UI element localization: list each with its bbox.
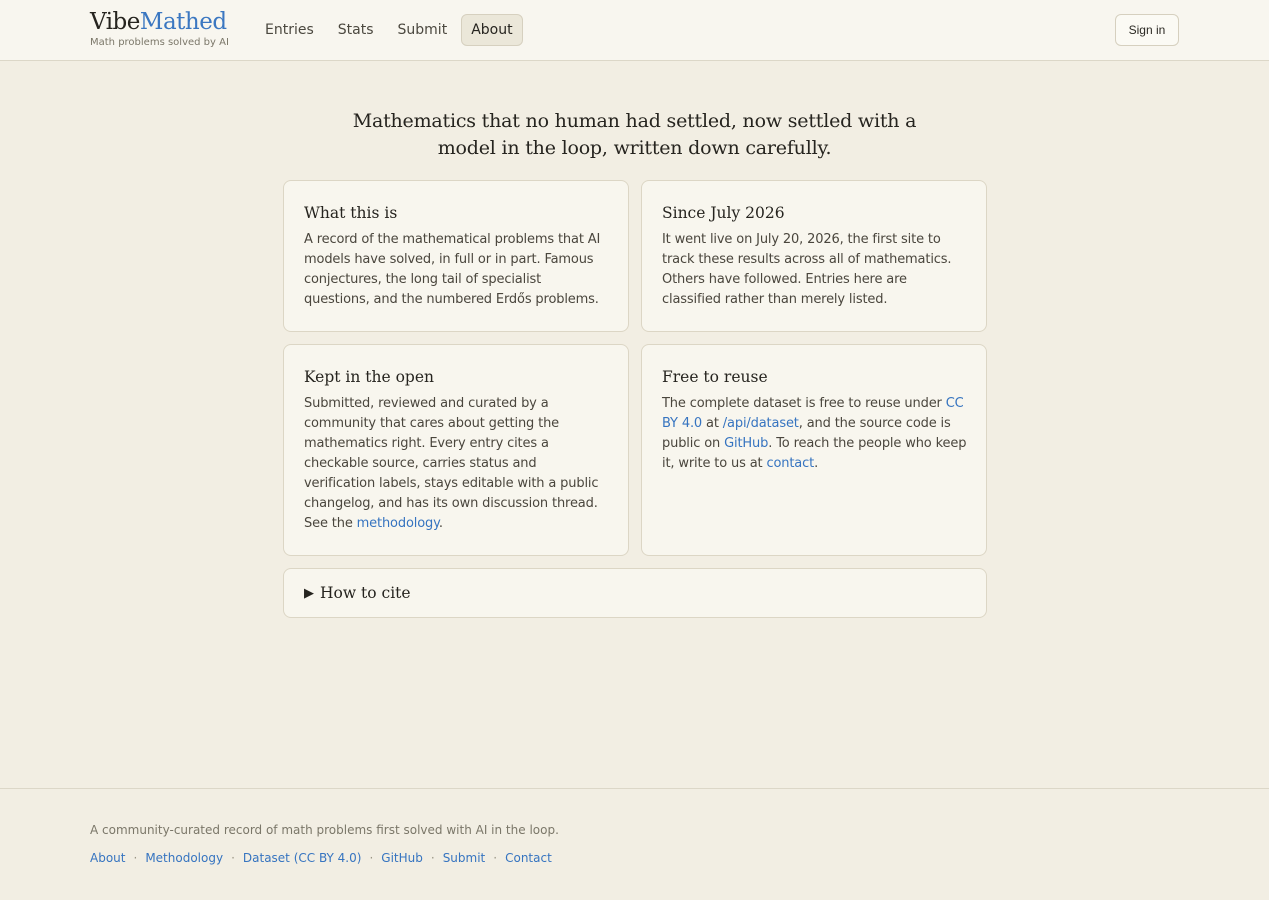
- footer-link-submit[interactable]: Submit: [443, 851, 486, 865]
- footer-separator: ·: [133, 851, 138, 865]
- card-text-line: See the methodology.: [304, 514, 608, 534]
- card-text-line: changelog, and has its own discussion th…: [304, 496, 598, 511]
- methodology-link[interactable]: methodology: [357, 516, 439, 531]
- text: The complete dataset is free to reuse un…: [662, 396, 946, 411]
- footer-separator: ·: [430, 851, 435, 865]
- how-to-cite-toggle[interactable]: ▶ How to cite: [283, 568, 987, 618]
- card-body: A record of the mathematical problems th…: [304, 230, 608, 310]
- card-free-to-reuse: Free to reuse The complete dataset is fr…: [641, 344, 987, 556]
- nav-submit[interactable]: Submit: [388, 14, 458, 46]
- card-text-line: community that cares about getting the: [304, 416, 560, 431]
- text: . To reach the people who keep: [768, 436, 967, 451]
- license-link[interactable]: CC: [946, 396, 964, 411]
- card-text-line: questions, and the numbered Erdős proble…: [304, 292, 599, 307]
- card-text-line: Submitted, reviewed and curated by a: [304, 396, 549, 411]
- card-text-line: public on GitHub. To reach the people wh…: [662, 434, 966, 454]
- sign-in-button[interactable]: Sign in: [1115, 14, 1179, 46]
- card-text-line: It went live on July 20, 2026, the first…: [662, 232, 941, 247]
- card-text-line: classified rather than merely listed.: [662, 292, 888, 307]
- text: , and the source code is: [798, 416, 951, 431]
- card-body: Submitted, reviewed and curated by a com…: [304, 394, 608, 534]
- card-kept-in-open: Kept in the open Submitted, reviewed and…: [283, 344, 629, 556]
- footer-separator: ·: [493, 851, 498, 865]
- brand-tagline: Math problems solved by AI: [90, 37, 229, 48]
- card-text-line: verification labels, stays editable with…: [304, 476, 599, 491]
- brand-logo[interactable]: VibeMathed: [90, 8, 229, 36]
- card-text-line: it, write to us at contact.: [662, 454, 966, 474]
- card-title: Free to reuse: [662, 368, 768, 386]
- text: See the: [304, 516, 357, 531]
- footer-separator: ·: [231, 851, 235, 865]
- brand[interactable]: VibeMathed Math problems solved by AI: [90, 8, 229, 48]
- hero-line-1: Mathematics that no human had settled, n…: [352, 110, 917, 132]
- card-text-line: Others have followed. Entries here are: [662, 272, 907, 287]
- card-text-line: mathematics right. Every entry cites a: [304, 436, 549, 451]
- footer-link-github[interactable]: GitHub: [381, 851, 423, 865]
- footer-separator: ·: [369, 851, 374, 865]
- card-text-line: track these results across all of mathem…: [662, 252, 952, 267]
- card-text-line: BY 4.0 at /api/dataset, and the source c…: [662, 414, 966, 434]
- footer-link-about[interactable]: About: [90, 851, 125, 865]
- text: .: [438, 516, 443, 531]
- brand-name-part2: Mathed: [139, 9, 227, 35]
- api-dataset-link[interactable]: /api/dataset: [723, 416, 799, 431]
- card-text-line: conjectures, the long tail of specialist: [304, 272, 542, 287]
- text: at: [702, 416, 723, 431]
- nav-entries[interactable]: Entries: [255, 14, 324, 46]
- footer-link-methodology[interactable]: Methodology: [145, 851, 223, 865]
- card-text-line: A record of the mathematical problems th…: [304, 232, 601, 247]
- brand-name-part1: Vibe: [90, 9, 140, 35]
- card-title: What this is: [304, 204, 398, 222]
- card-text-line: models have solved, in full or in part. …: [304, 252, 594, 267]
- nav-stats[interactable]: Stats: [328, 14, 384, 46]
- card-text-line: The complete dataset is free to reuse un…: [662, 394, 966, 414]
- main-nav: Entries Stats Submit About: [255, 14, 523, 46]
- card-what-this-is: What this is A record of the mathematica…: [283, 180, 629, 332]
- page-title: Mathematics that no human had settled, n…: [300, 108, 969, 162]
- github-link[interactable]: GitHub: [724, 436, 768, 451]
- triangle-right-icon: ▶: [304, 585, 314, 601]
- contact-link[interactable]: contact: [766, 456, 814, 471]
- card-body: The complete dataset is free to reuse un…: [662, 394, 966, 474]
- footer-link-dataset[interactable]: Dataset (CC BY 4.0): [243, 851, 362, 865]
- footer-links: About · Methodology · Dataset (CC BY 4.0…: [90, 851, 552, 865]
- hero-line-2: model in the loop, written down carefull…: [437, 137, 832, 159]
- card-text-line: checkable source, carries status and: [304, 456, 537, 471]
- nav-about[interactable]: About: [461, 14, 523, 46]
- text: .: [814, 456, 819, 471]
- text: public on: [662, 436, 725, 451]
- card-body: It went live on July 20, 2026, the first…: [662, 230, 966, 310]
- footer-link-contact[interactable]: Contact: [505, 851, 552, 865]
- site-footer: A community-curated record of math probl…: [0, 788, 1269, 900]
- card-title: Since July 2026: [662, 204, 785, 222]
- footer-tagline: A community-curated record of math probl…: [90, 823, 559, 837]
- text: it, write to us at: [662, 456, 767, 471]
- card-title: Kept in the open: [304, 368, 435, 386]
- license-link[interactable]: BY 4.0: [662, 416, 702, 431]
- site-header: VibeMathed Math problems solved by AI En…: [0, 0, 1269, 61]
- card-since: Since July 2026 It went live on July 20,…: [641, 180, 987, 332]
- how-to-cite-label: How to cite: [320, 584, 411, 602]
